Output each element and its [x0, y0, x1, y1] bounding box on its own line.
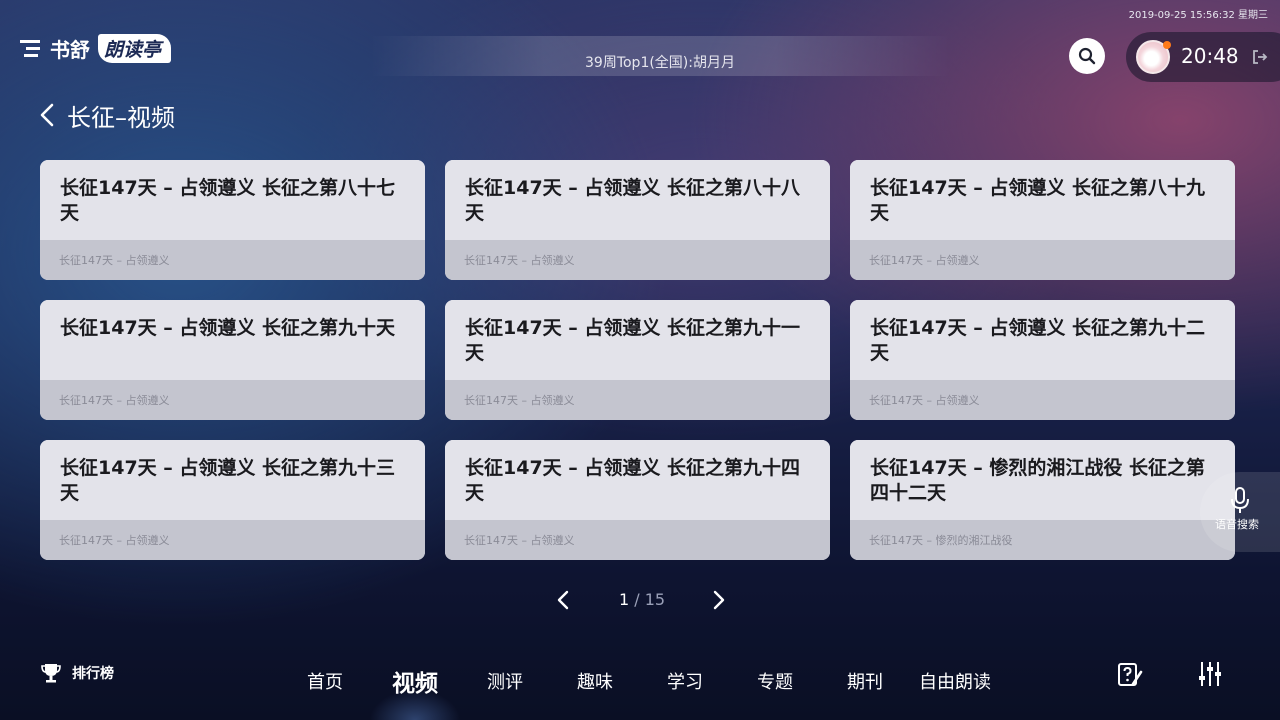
- chevron-left-icon[interactable]: [38, 103, 56, 127]
- nav-item-video[interactable]: 视频: [392, 664, 438, 698]
- page-total: 15: [644, 590, 666, 609]
- page-indicator: 1 / 15: [602, 590, 682, 609]
- user-panel: 20:48: [1126, 32, 1280, 82]
- video-card[interactable]: 长征147天 – 占领遵义 长征之第九十二天 长征147天 – 占领遵义: [850, 300, 1235, 420]
- app-logo: 书舒 朗读亭: [20, 33, 172, 63]
- video-card[interactable]: 长征147天 – 惨烈的湘江战役 长征之第四十二天 长征147天 – 惨烈的湘江…: [850, 440, 1235, 560]
- video-card[interactable]: 长征147天 – 占领遵义 长征之第八十七天 长征147天 – 占领遵义: [40, 160, 425, 280]
- video-card-subtitle: 长征147天 – 占领遵义: [869, 394, 980, 407]
- video-card-title: 长征147天 – 占领遵义 长征之第九十三天: [60, 457, 396, 504]
- video-card-subtitle: 长征147天 – 占领遵义: [59, 254, 170, 267]
- notification-dot: [1163, 41, 1171, 49]
- video-card[interactable]: 长征147天 – 占领遵义 长征之第九十三天 长征147天 – 占领遵义: [40, 440, 425, 560]
- nav-item-review[interactable]: 测评: [487, 668, 523, 694]
- status-datetime: 2019-09-25 15:56:32 星期三: [1128, 10, 1268, 21]
- video-card-title: 长征147天 – 占领遵义 长征之第九十四天: [465, 457, 801, 504]
- video-card-subtitle: 长征147天 – 占领遵义: [464, 254, 575, 267]
- video-card[interactable]: 长征147天 – 占领遵义 长征之第八十八天 长征147天 – 占领遵义: [445, 160, 830, 280]
- video-card-title: 长征147天 – 占领遵义 长征之第九十一天: [465, 317, 801, 364]
- video-card-title: 长征147天 – 占领遵义 长征之第八十七天: [60, 177, 396, 224]
- video-card-subtitle: 长征147天 – 占领遵义: [464, 534, 575, 547]
- video-card-subtitle: 长征147天 – 占领遵义: [464, 394, 575, 407]
- video-card-subtitle: 长征147天 – 占领遵义: [59, 534, 170, 547]
- video-card[interactable]: 长征147天 – 占领遵义 长征之第九十四天 长征147天 – 占领遵义: [445, 440, 830, 560]
- nav-item-free-reading[interactable]: 自由朗读: [919, 668, 991, 694]
- page-separator: /: [634, 590, 640, 609]
- search-button[interactable]: [1069, 38, 1105, 74]
- top-marquee: 39周Top1(全国):胡月月: [370, 36, 950, 76]
- video-card[interactable]: 长征147天 – 占领遵义 长征之第九十一天 长征147天 – 占领遵义: [445, 300, 830, 420]
- video-card-title: 长征147天 – 占领遵义 长征之第九十二天: [870, 317, 1206, 364]
- voice-search-button[interactable]: 语音搜索: [1200, 472, 1280, 552]
- clock: 20:48: [1181, 44, 1239, 68]
- nav-item-study[interactable]: 学习: [667, 668, 703, 694]
- video-card-subtitle: 长征147天 – 占领遵义: [59, 394, 170, 407]
- main-nav: 首页 视频 测评 趣味 学习 专题 期刊 自由朗读: [0, 640, 1280, 720]
- sliders-icon[interactable]: [1197, 660, 1223, 688]
- logo-text: 书舒: [50, 37, 90, 62]
- video-card-subtitle: 长征147天 – 惨烈的湘江战役: [869, 534, 1013, 547]
- nav-item-home[interactable]: 首页: [307, 668, 343, 694]
- nav-item-journal[interactable]: 期刊: [847, 668, 883, 694]
- nav-item-topics[interactable]: 专题: [757, 668, 793, 694]
- video-card[interactable]: 长征147天 – 占领遵义 长征之第九十天 长征147天 – 占领遵义: [40, 300, 425, 420]
- voice-search-label: 语音搜索: [1215, 518, 1259, 531]
- page-title: 长征–视频: [67, 104, 175, 132]
- book-logo-icon: [20, 38, 42, 58]
- video-card-title: 长征147天 – 惨烈的湘江战役 长征之第四十二天: [870, 457, 1206, 504]
- prev-page-icon[interactable]: [552, 588, 574, 612]
- nav-item-fun[interactable]: 趣味: [577, 668, 613, 694]
- video-card-title: 长征147天 – 占领遵义 长征之第八十八天: [465, 177, 801, 224]
- logout-icon[interactable]: [1252, 49, 1268, 65]
- marquee-text: 39周Top1(全国):胡月月: [585, 55, 735, 71]
- bottom-nav-bar: 排行榜 首页 视频 测评 趣味 学习 专题 期刊 自由朗读: [0, 640, 1280, 720]
- video-card[interactable]: 长征147天 – 占领遵义 长征之第八十九天 长征147天 – 占领遵义: [850, 160, 1235, 280]
- pagination: 1 / 15: [552, 588, 732, 612]
- video-card-subtitle: 长征147天 – 占领遵义: [869, 254, 980, 267]
- video-card-title: 长征147天 – 占领遵义 长征之第八十九天: [870, 177, 1206, 224]
- video-card-title: 长征147天 – 占领遵义 长征之第九十天: [60, 317, 396, 339]
- quiz-pencil-icon[interactable]: [1117, 662, 1143, 688]
- search-icon: [1078, 47, 1096, 65]
- page-current: 1: [618, 590, 630, 609]
- microphone-icon: [1231, 487, 1249, 513]
- video-grid: 长征147天 – 占领遵义 长征之第八十七天 长征147天 – 占领遵义 长征1…: [40, 160, 1235, 560]
- next-page-icon[interactable]: [708, 588, 730, 612]
- logo-brand: 朗读亭: [98, 33, 172, 63]
